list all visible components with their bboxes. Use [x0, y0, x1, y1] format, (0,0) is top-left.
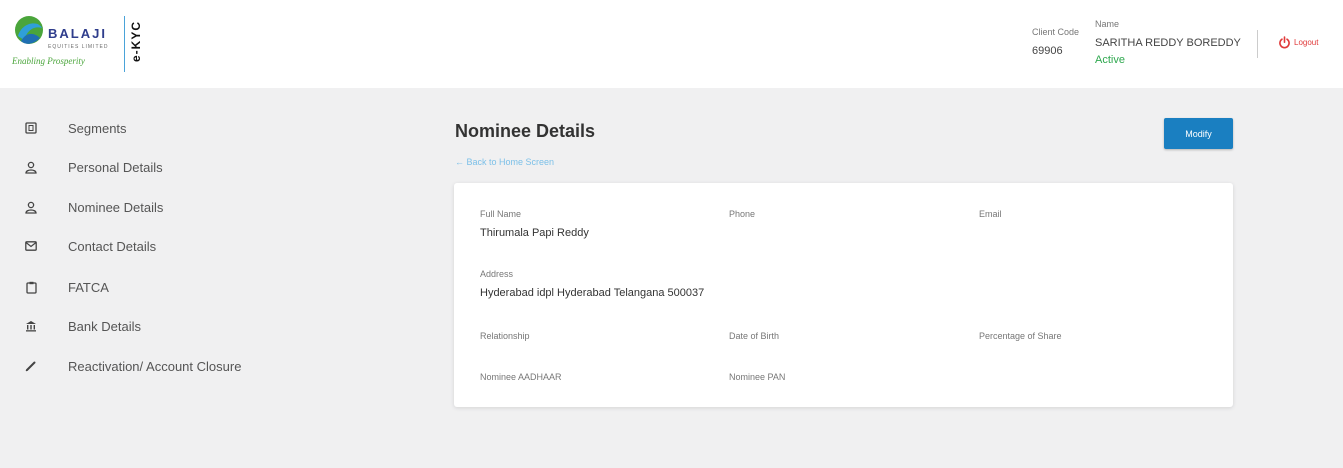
- date-of-birth-label: Date of Birth: [729, 331, 780, 341]
- modify-button[interactable]: Modify: [1164, 118, 1233, 149]
- logo-product-text: e-KYC: [129, 20, 143, 62]
- power-icon: [1279, 36, 1290, 49]
- header-divider: [1257, 30, 1258, 58]
- account-status: Active: [1095, 54, 1125, 66]
- full-name-label: Full Name: [480, 209, 522, 219]
- page-title: Nominee Details: [455, 121, 596, 141]
- logo-brand-text: BALAJI: [48, 26, 107, 41]
- sidebar-item-segments[interactable]: Segments: [24, 118, 127, 138]
- sidebar-item-label: Contact Details: [68, 238, 157, 254]
- full-name-value: Thirumala Papi Reddy: [480, 227, 589, 239]
- balaji-logo-mark-icon: [15, 16, 43, 44]
- email-label: Email: [979, 209, 1002, 219]
- address-value: Hyderabad idpl Hyderabad Telangana 50003…: [480, 287, 705, 299]
- sidebar-item-label: Segments: [68, 120, 127, 136]
- address-label: Address: [480, 269, 514, 279]
- person-icon: [24, 160, 38, 174]
- client-name-value: SARITHA REDDY BOREDDY: [1095, 37, 1241, 49]
- sidebar-item-label: Reactivation/ Account Closure: [68, 358, 242, 374]
- nominee-details-card: Full Name Thirumala Papi Reddy Phone Ema…: [454, 183, 1233, 407]
- percentage-of-share-label: Percentage of Share: [979, 331, 1062, 341]
- sidebar-item-label: Personal Details: [68, 159, 163, 175]
- client-code-value: 69906: [1032, 45, 1063, 57]
- nominee-aadhaar-label: Nominee AADHAAR: [480, 372, 562, 382]
- sidebar-item-nominee-details[interactable]: Nominee Details: [24, 197, 163, 217]
- sidebar-item-fatca[interactable]: FATCA: [24, 277, 109, 297]
- clipboard-icon: [24, 280, 38, 294]
- client-name-label: Name: [1095, 19, 1120, 29]
- balaji-ekyc-logo[interactable]: BALAJI EQUITIES LIMITED Enabling Prosper…: [12, 14, 144, 76]
- sidebar-item-personal-details[interactable]: Personal Details: [24, 157, 163, 177]
- sidebar-item-reactivation-account-closure[interactable]: Reactivation/ Account Closure: [24, 356, 241, 376]
- phone-label: Phone: [729, 209, 756, 219]
- sidebar-item-contact-details[interactable]: Contact Details: [24, 236, 156, 256]
- bank-icon: [24, 319, 38, 333]
- logo-subtitle: EQUITIES LIMITED: [48, 44, 109, 50]
- sidebar-item-label: Bank Details: [68, 318, 141, 334]
- person-icon: [24, 200, 38, 214]
- logout-label: Logout: [1294, 38, 1319, 47]
- relationship-label: Relationship: [480, 331, 530, 341]
- segments-icon: [24, 121, 38, 135]
- back-to-home-link[interactable]: ← Back to Home Screen: [455, 157, 554, 167]
- sidebar-item-label: FATCA: [68, 279, 109, 295]
- sidebar-item-bank-details[interactable]: Bank Details: [24, 316, 141, 336]
- logo-tagline: Enabling Prosperity: [12, 56, 85, 66]
- logout-button[interactable]: Logout: [1278, 36, 1318, 49]
- nominee-pan-label: Nominee PAN: [729, 372, 786, 382]
- pencil-icon: [24, 359, 38, 373]
- client-code-label: Client Code: [1032, 27, 1080, 37]
- mail-icon: [24, 239, 38, 253]
- logo-divider: [124, 16, 125, 72]
- sidebar-item-label: Nominee Details: [68, 199, 164, 215]
- top-header: BALAJI EQUITIES LIMITED Enabling Prosper…: [0, 0, 1343, 88]
